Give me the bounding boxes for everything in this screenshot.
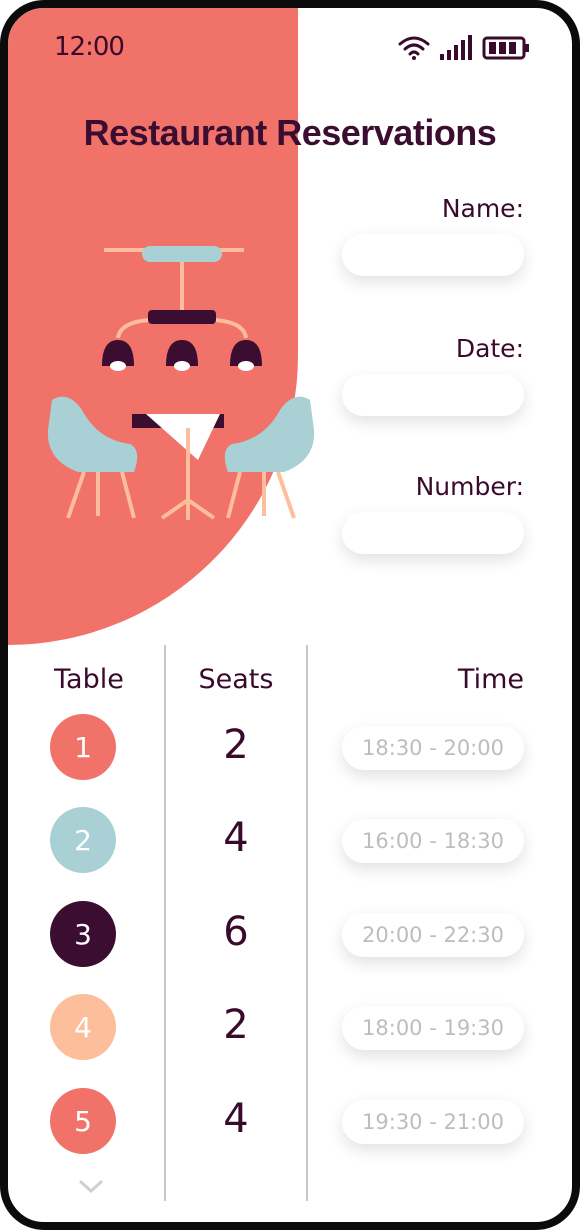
clock: 12:00 bbox=[54, 32, 125, 62]
phone-frame: 12:00 Restaurant Reservations Name: Date… bbox=[0, 0, 580, 1230]
time-slot-button[interactable]: 16:00 - 18:30 bbox=[342, 819, 524, 863]
status-bar: 12:00 bbox=[8, 8, 572, 88]
seats-value: 4 bbox=[223, 815, 249, 861]
name-label: Name: bbox=[441, 194, 524, 223]
date-field[interactable] bbox=[342, 374, 524, 416]
date-label: Date: bbox=[455, 334, 524, 363]
chevron-down-icon[interactable] bbox=[78, 1176, 104, 1196]
table-number-badge[interactable]: 1 bbox=[50, 714, 116, 780]
wifi-icon bbox=[398, 36, 430, 60]
table-header-seats: Seats bbox=[198, 664, 274, 695]
time-slot-button[interactable]: 20:00 - 22:30 bbox=[342, 913, 524, 957]
number-label: Number: bbox=[415, 472, 524, 501]
table-number-badge[interactable]: 5 bbox=[50, 1088, 116, 1154]
table-number-badge[interactable]: 2 bbox=[50, 807, 116, 873]
table-header-time: Time bbox=[457, 664, 524, 695]
page-title: Restaurant Reservations bbox=[83, 112, 497, 153]
column-divider bbox=[306, 645, 308, 1201]
table-number-badge[interactable]: 3 bbox=[50, 901, 116, 967]
table-number-badge[interactable]: 4 bbox=[50, 994, 116, 1060]
signal-icon bbox=[440, 35, 472, 60]
seats-value: 6 bbox=[223, 909, 249, 955]
time-slot-button[interactable]: 19:30 - 21:00 bbox=[342, 1100, 524, 1144]
time-slot-button[interactable]: 18:30 - 20:00 bbox=[342, 726, 524, 770]
table-header-table: Table bbox=[54, 664, 124, 695]
table-and-chairs-illustration bbox=[47, 246, 315, 520]
battery-icon bbox=[482, 36, 529, 60]
seats-value: 2 bbox=[223, 1002, 249, 1048]
name-field[interactable] bbox=[342, 234, 524, 276]
time-slot-button[interactable]: 18:00 - 19:30 bbox=[342, 1006, 524, 1050]
seats-value: 4 bbox=[223, 1096, 249, 1142]
number-field[interactable] bbox=[342, 512, 524, 554]
seats-value: 2 bbox=[223, 722, 249, 768]
